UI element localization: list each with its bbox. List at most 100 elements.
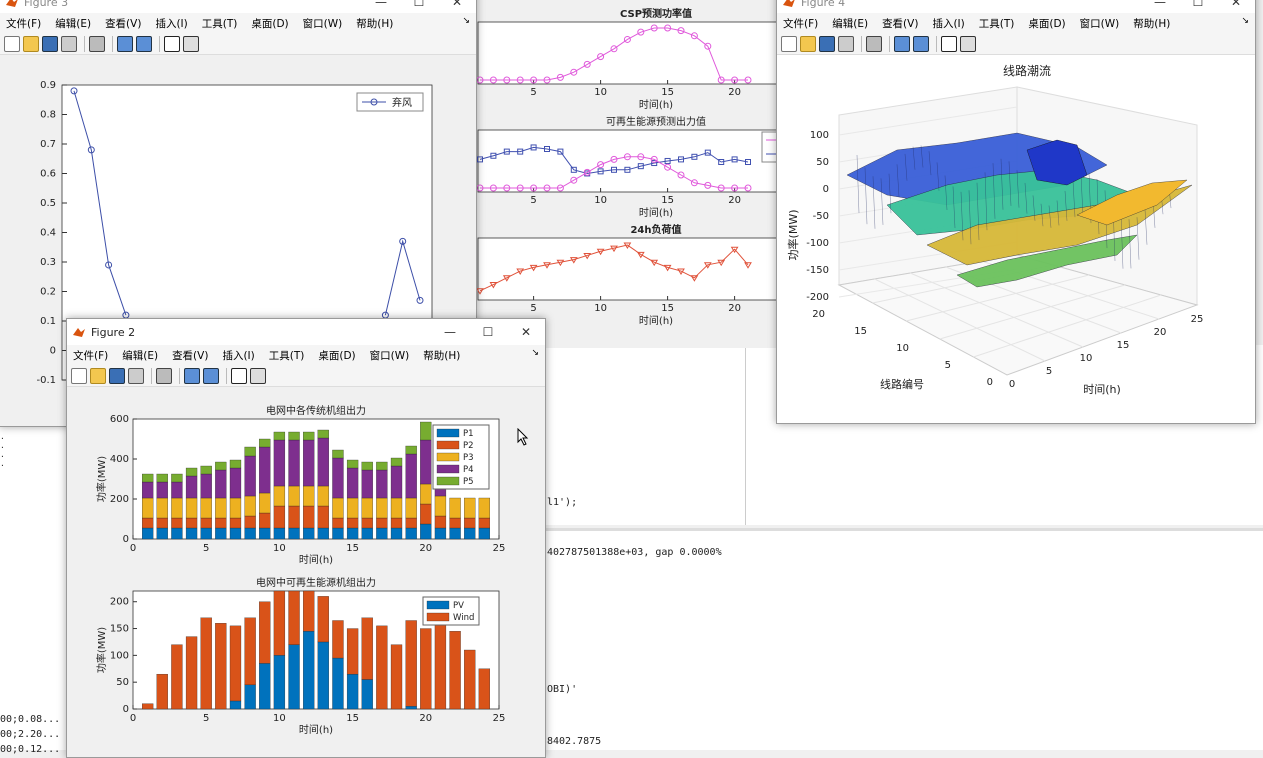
bar — [346, 673, 359, 710]
pointer-icon[interactable] — [231, 367, 247, 384]
figure-middle-window[interactable]: CSP预测功率值 5 10 15 20 时间(h) 可再生能源预测出力值 5 10 15 20 时间(… — [474, 0, 780, 348]
menu-item[interactable]: 编辑(E) — [832, 16, 868, 31]
menu-item[interactable]: 帮助(H) — [423, 348, 460, 363]
menu-item[interactable]: 工具(T) — [202, 16, 238, 31]
insert-colorbar-icon[interactable] — [183, 35, 199, 52]
bar — [361, 527, 373, 540]
new-file-icon[interactable] — [71, 367, 87, 384]
toolbar-separator — [151, 367, 152, 384]
menu-item[interactable]: 查看(V) — [172, 348, 208, 363]
minimize-button[interactable]: — — [431, 319, 469, 345]
maximize-button[interactable]: ☐ — [400, 0, 438, 13]
bar — [229, 700, 242, 710]
save-icon[interactable] — [109, 367, 125, 384]
axis-tick-label: 0 — [1009, 379, 1015, 390]
link-plot-icon[interactable] — [866, 35, 882, 52]
menu-item[interactable]: 插入(I) — [222, 348, 254, 363]
bar — [332, 457, 344, 499]
pointer-icon[interactable] — [941, 35, 957, 52]
save-icon[interactable] — [42, 35, 58, 52]
dock-icon[interactable] — [203, 367, 219, 384]
dock-icon[interactable] — [913, 35, 929, 52]
menu-item[interactable]: 文件(F) — [783, 16, 818, 31]
bar — [171, 473, 183, 483]
menu-item[interactable]: 插入(I) — [155, 16, 187, 31]
new-file-icon[interactable] — [781, 35, 797, 52]
print-icon[interactable] — [838, 35, 854, 52]
menu-bar: 文件(F) 编辑(E) 查看(V) 插入(I) 工具(T) 桌面(D) 窗口(W) 帮助(H)… — [777, 13, 1255, 33]
bar — [200, 617, 212, 710]
bar — [420, 421, 432, 441]
menu-item[interactable]: 桌面(D) — [1028, 16, 1065, 31]
close-button[interactable]: ✕ — [507, 319, 545, 345]
menu-item[interactable]: 帮助(H) — [1133, 16, 1170, 31]
insert-colorbar-icon[interactable] — [250, 367, 266, 384]
bar — [405, 517, 417, 529]
menu-item[interactable]: 窗口(W) — [370, 348, 410, 363]
menu-item[interactable]: 桌面(D) — [251, 16, 288, 31]
save-icon[interactable] — [819, 35, 835, 52]
menu-item[interactable]: 窗口(W) — [303, 16, 343, 31]
link-plot-icon[interactable] — [89, 35, 105, 52]
figure-2-window[interactable]: Figure 2 — ☐ ✕ 文件(F) 编辑(E) 查看(V) 插入(I) 工具(T)… — [66, 318, 546, 758]
menu-item[interactable]: 桌面(D) — [318, 348, 355, 363]
menu-item[interactable]: 编辑(E) — [55, 16, 91, 31]
menu-item[interactable]: 窗口(W) — [1080, 16, 1120, 31]
figure-icon[interactable] — [894, 35, 910, 52]
dock-icon[interactable] — [136, 35, 152, 52]
bar — [376, 497, 388, 519]
toolbar-separator — [159, 35, 160, 52]
pointer-icon[interactable] — [164, 35, 180, 52]
command-window[interactable] — [545, 528, 1263, 750]
bar — [142, 497, 154, 519]
menu-item[interactable]: 工具(T) — [979, 16, 1015, 31]
print-icon[interactable] — [61, 35, 77, 52]
new-file-icon[interactable] — [4, 35, 20, 52]
open-folder-icon[interactable] — [23, 35, 39, 52]
bar — [303, 527, 315, 540]
menu-arrow-icon[interactable]: ↘ — [1241, 16, 1249, 26]
mouse-cursor-icon — [517, 428, 529, 446]
x-axis-label: 时间(h) — [639, 98, 673, 111]
bar — [156, 481, 168, 499]
bar — [288, 485, 300, 507]
axis-tick-label: 15 — [346, 713, 359, 724]
maximize-button[interactable]: ☐ — [469, 319, 507, 345]
menu-item[interactable]: 工具(T) — [269, 348, 305, 363]
print-icon[interactable] — [128, 367, 144, 384]
menu-item[interactable]: 文件(F) — [73, 348, 108, 363]
menu-arrow-icon[interactable]: ↘ — [462, 16, 470, 26]
close-button[interactable]: ✕ — [1217, 0, 1255, 13]
bar — [303, 485, 315, 507]
title-bar[interactable]: Figure 3 — ☐ ✕ — [0, 0, 476, 13]
menu-item[interactable]: 插入(I) — [932, 16, 964, 31]
title-bar[interactable]: Figure 4 — ☐ ✕ — [777, 0, 1255, 13]
axis-tick-label: 10 — [594, 303, 607, 314]
x-axis-label: 时间(h) — [299, 553, 333, 566]
menu-item[interactable]: 编辑(E) — [122, 348, 158, 363]
close-button[interactable]: ✕ — [438, 0, 476, 13]
axis-tick-label: 10 — [273, 713, 286, 724]
figure-icon[interactable] — [117, 35, 133, 52]
minimize-button[interactable]: — — [1141, 0, 1179, 13]
console-line: 00;0.08... — [0, 714, 61, 725]
title-bar[interactable]: Figure 2 — ☐ ✕ — [67, 319, 545, 345]
open-folder-icon[interactable] — [90, 367, 106, 384]
menu-arrow-icon[interactable]: ↘ — [531, 348, 539, 358]
bar — [288, 439, 300, 487]
bar — [244, 617, 256, 686]
bar — [449, 517, 461, 529]
figure-4-window[interactable]: Figure 4 — ☐ ✕ 文件(F) 编辑(E) 查看(V) 插入(I) 工具(T)… — [776, 0, 1256, 424]
bar — [449, 497, 461, 519]
minimize-button[interactable]: — — [362, 0, 400, 13]
menu-item[interactable]: 查看(V) — [105, 16, 141, 31]
open-folder-icon[interactable] — [800, 35, 816, 52]
menu-item[interactable]: 文件(F) — [6, 16, 41, 31]
link-plot-icon[interactable] — [156, 367, 172, 384]
menu-item[interactable]: 帮助(H) — [356, 16, 393, 31]
insert-colorbar-icon[interactable] — [960, 35, 976, 52]
figure-icon[interactable] — [184, 367, 200, 384]
bar — [171, 644, 183, 710]
menu-item[interactable]: 查看(V) — [882, 16, 918, 31]
maximize-button[interactable]: ☐ — [1179, 0, 1217, 13]
